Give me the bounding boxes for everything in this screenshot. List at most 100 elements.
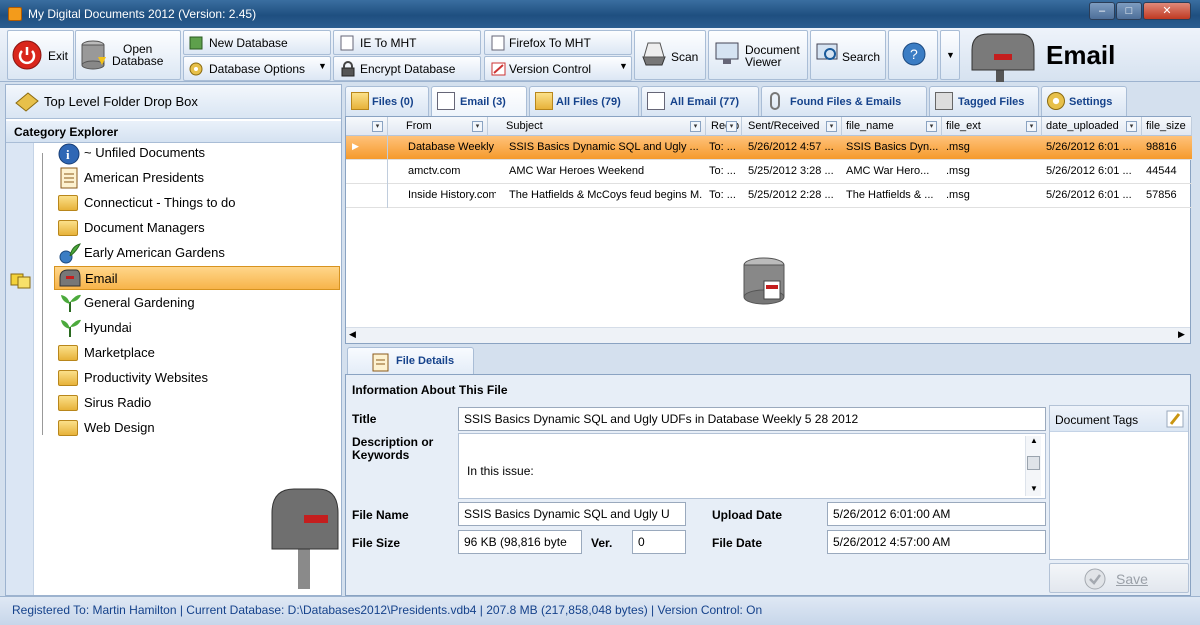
- tree-item-marketplace[interactable]: Marketplace: [54, 341, 340, 365]
- paperclip-icon: [770, 92, 780, 110]
- tree-item-label: General Gardening: [84, 295, 195, 310]
- tab-email[interactable]: Email (3): [431, 86, 527, 117]
- cell-file-name: SSIS Basics Dyn...: [846, 141, 939, 153]
- gear-icon: [189, 62, 203, 76]
- filter-icon[interactable]: ▾: [726, 121, 737, 132]
- mailbox-watermark-icon: [271, 488, 339, 589]
- scroll-down-icon[interactable]: ▼: [1030, 484, 1038, 493]
- file-date-field[interactable]: 5/26/2012 4:57:00 AM: [827, 530, 1046, 554]
- column-header-file-size[interactable]: file_size: [1142, 117, 1192, 136]
- file-name-field[interactable]: SSIS Basics Dynamic SQL and Ugly U: [458, 502, 686, 526]
- tree-item-early-american-gardens[interactable]: Early American Gardens: [54, 241, 340, 265]
- edit-pencil-icon[interactable]: [1166, 410, 1184, 428]
- table-row[interactable]: ▶ Database Weekly SSIS Basics Dynamic SQ…: [346, 136, 1192, 160]
- cell-file-ext: .msg: [946, 165, 970, 177]
- tree-item-label: Document Managers: [84, 220, 205, 235]
- filter-icon[interactable]: ▾: [1026, 121, 1037, 132]
- close-button[interactable]: ✕: [1143, 2, 1191, 20]
- window-title: My Digital Documents 2012 (Version: 2.45…: [28, 7, 257, 21]
- help-button[interactable]: ?: [888, 30, 938, 80]
- ie-to-mht-button[interactable]: IE To MHT: [333, 30, 481, 55]
- folder-icon: [58, 195, 78, 211]
- column-header-subject[interactable]: Subject ▾: [488, 117, 706, 136]
- cell-from: Inside History.com: [408, 189, 496, 201]
- filter-icon[interactable]: ▾: [372, 121, 383, 132]
- chevron-down-icon[interactable]: ▼: [619, 61, 628, 71]
- tab-all-files[interactable]: All Files (79): [529, 86, 639, 116]
- filter-icon[interactable]: ▾: [1126, 121, 1137, 132]
- table-row[interactable]: amctv.com AMC War Heroes Weekend To: ...…: [346, 160, 1192, 184]
- exit-label: Exit: [48, 49, 69, 63]
- database-watermark-icon: [743, 257, 785, 305]
- database-options-button[interactable]: Database Options ▼: [183, 56, 331, 81]
- description-field[interactable]: In this issue: ▲ ▼: [458, 433, 1046, 499]
- filter-icon[interactable]: ▾: [472, 121, 483, 132]
- encrypt-database-button[interactable]: Encrypt Database: [333, 56, 481, 81]
- exit-button[interactable]: Exit: [7, 30, 74, 80]
- scroll-thumb[interactable]: [1027, 456, 1040, 470]
- upload-date-field[interactable]: 5/26/2012 6:01:00 AM: [827, 502, 1046, 526]
- drag-handle-icon[interactable]: [10, 271, 32, 289]
- filter-icon[interactable]: ▾: [690, 121, 701, 132]
- status-bar: Registered To: Martin Hamilton | Current…: [0, 596, 1200, 625]
- database-icon: [81, 40, 106, 70]
- category-explorer-header: Category Explorer: [6, 121, 341, 143]
- tab-file-details[interactable]: File Details: [347, 347, 474, 375]
- new-database-button[interactable]: New Database: [183, 30, 331, 55]
- tab-settings[interactable]: Settings: [1041, 86, 1127, 116]
- tab-label: Settings: [1069, 96, 1113, 108]
- tab-files[interactable]: Files (0): [345, 86, 429, 116]
- tree-item-unfiled-documents[interactable]: i ~ Unfiled Documents: [54, 141, 340, 165]
- column-header-file-name[interactable]: file_name ▾: [842, 117, 942, 136]
- column-header-from[interactable]: From ▾: [388, 117, 488, 136]
- gear-icon: [1047, 92, 1065, 110]
- document-viewer-button[interactable]: Document Viewer: [708, 30, 808, 80]
- plant-icon: [61, 294, 81, 312]
- minimize-button[interactable]: –: [1089, 2, 1115, 20]
- table-row[interactable]: Inside History.com The Hatfields & McCoy…: [346, 184, 1192, 208]
- file-date-label: File Date: [712, 536, 763, 550]
- filter-icon[interactable]: ▾: [826, 121, 837, 132]
- scroll-left-icon[interactable]: ◀: [349, 329, 356, 340]
- tree-item-web-design[interactable]: Web Design: [54, 416, 340, 440]
- tree-item-general-gardening[interactable]: General Gardening: [54, 291, 340, 315]
- help-dropdown-button[interactable]: ▼: [940, 30, 960, 80]
- tree-item-hyundai[interactable]: Hyundai: [54, 316, 340, 340]
- filter-icon[interactable]: ▾: [926, 121, 937, 132]
- column-header-file-ext[interactable]: file_ext ▾: [942, 117, 1042, 136]
- firefox-to-mht-label: Firefox To MHT: [509, 36, 591, 50]
- tab-all-email[interactable]: All Email (77): [641, 86, 759, 116]
- version-field[interactable]: 0: [632, 530, 686, 554]
- top-level-folder-drop-box[interactable]: Top Level Folder Drop Box: [6, 85, 341, 119]
- chevron-down-icon[interactable]: ▼: [318, 61, 327, 71]
- column-header-recip[interactable]: Recip▾: [706, 117, 742, 136]
- tree-item-document-managers[interactable]: Document Managers: [54, 216, 340, 240]
- cell-recip: To: ...: [709, 141, 736, 153]
- title-field[interactable]: SSIS Basics Dynamic SQL and Ugly UDFs in…: [458, 407, 1046, 431]
- tree-item-productivity-websites[interactable]: Productivity Websites: [54, 366, 340, 390]
- description-scrollbar[interactable]: ▲ ▼: [1025, 436, 1041, 496]
- scroll-right-icon[interactable]: ▶: [1178, 329, 1185, 340]
- maximize-button[interactable]: □: [1116, 2, 1142, 20]
- tree-item-sirus-radio[interactable]: Sirus Radio: [54, 391, 340, 415]
- cell-date-uploaded: 5/26/2012 6:01 ...: [1046, 189, 1132, 201]
- tab-found-files-emails[interactable]: Found Files & Emails: [761, 86, 927, 116]
- scan-button[interactable]: Scan: [634, 30, 706, 80]
- folder-icon: [58, 370, 78, 386]
- document-tags-header: Document Tags: [1050, 406, 1188, 432]
- column-header-date-uploaded[interactable]: date_uploaded ▾: [1042, 117, 1142, 136]
- tree-item-email[interactable]: Email: [54, 266, 340, 290]
- file-size-field[interactable]: 96 KB (98,816 byte: [458, 530, 582, 554]
- firefox-to-mht-button[interactable]: Firefox To MHT: [484, 30, 632, 55]
- tree-item-connecticut[interactable]: Connecticut - Things to do: [54, 191, 340, 215]
- document-tags-box[interactable]: Document Tags: [1049, 405, 1189, 560]
- tab-tagged-files[interactable]: Tagged Files: [929, 86, 1039, 116]
- save-button[interactable]: Save: [1049, 563, 1189, 593]
- open-database-button[interactable]: Open Database: [75, 30, 181, 80]
- horizontal-scrollbar[interactable]: ◀ ▶: [346, 327, 1190, 343]
- column-header-sent-received[interactable]: Sent/Received ▾: [742, 117, 842, 136]
- scroll-up-icon[interactable]: ▲: [1030, 436, 1038, 445]
- tree-item-american-presidents[interactable]: American Presidents: [54, 166, 340, 190]
- version-control-button[interactable]: Version Control ▼: [484, 56, 632, 81]
- search-button[interactable]: Search: [810, 30, 886, 80]
